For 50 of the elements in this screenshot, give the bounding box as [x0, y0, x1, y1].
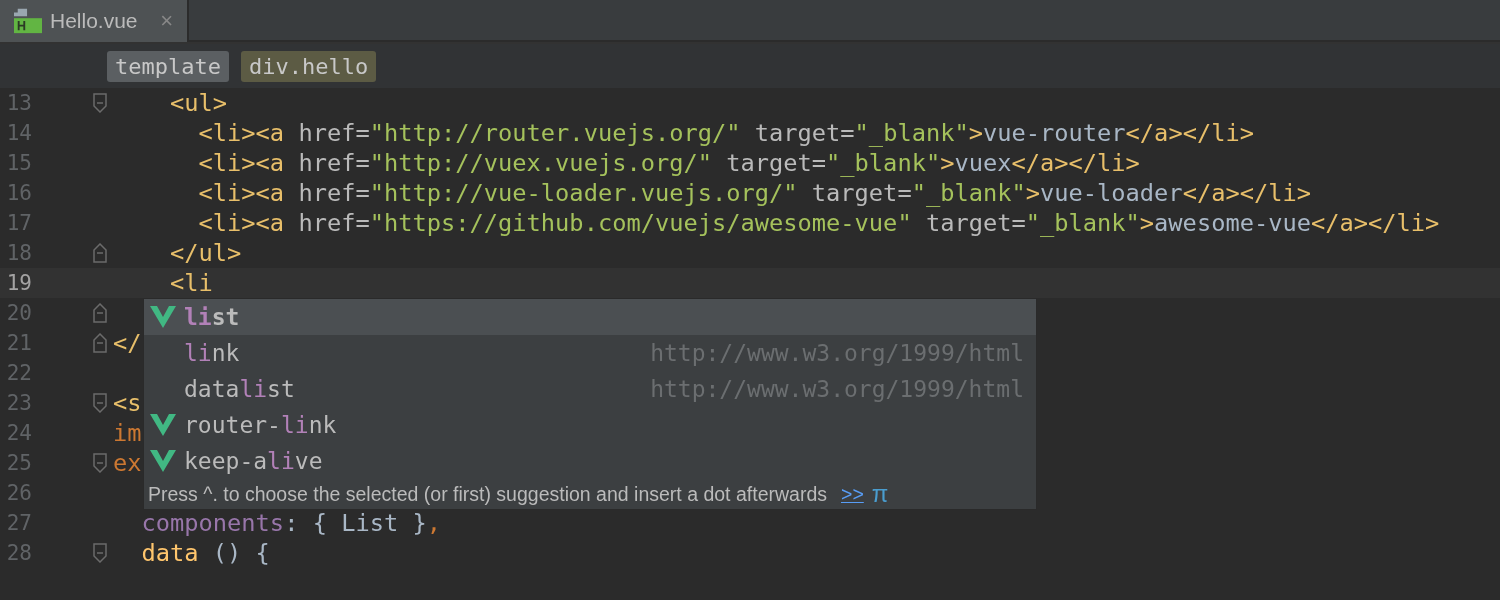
completion-item[interactable]: router-link: [144, 407, 1036, 443]
breadcrumb[interactable]: template: [107, 50, 229, 82]
hint-text: Press ^. to choose the selected (or first) suggestion and insert a dot afterwards: [148, 482, 827, 506]
code-line: <li: [169, 269, 213, 297]
code-line: components: { List },: [140, 509, 442, 537]
line-number: 21: [5, 331, 32, 355]
code-line: ex: [113, 449, 142, 477]
line-number: 22: [5, 361, 32, 385]
pi-icon[interactable]: π: [871, 480, 889, 508]
fold-icon[interactable]: [93, 303, 107, 323]
code-line: <li><a href="http://vue-loader.vuejs.org/" target="_blank">vue-loader</a></li>: [197, 179, 1311, 207]
fold-icon[interactable]: [93, 393, 107, 413]
code-line: data () {: [140, 539, 270, 567]
breadcrumb[interactable]: div.hello: [240, 50, 377, 82]
line-number: 14: [5, 121, 32, 145]
code-line: <li><a href="https://github.com/vuejs/awesome-vue" target="_blank">awesome-vue</a></li>: [197, 209, 1440, 237]
fold-icon[interactable]: [93, 333, 107, 353]
v-logo-icon: [150, 414, 176, 436]
code-line: </ul>: [169, 239, 242, 267]
v-logo-icon: [150, 306, 176, 328]
code-line: <s: [113, 389, 142, 417]
line-number: 16: [5, 181, 32, 205]
file-tab[interactable]: Hello.vue ×: [0, 0, 187, 42]
line-number: 17: [5, 211, 32, 235]
code-line: im: [113, 419, 142, 447]
line-number: 24: [5, 421, 32, 445]
line-number: 28: [5, 541, 32, 565]
more-link[interactable]: >>: [841, 482, 864, 506]
close-icon[interactable]: ×: [160, 8, 173, 34]
line-number: 26: [5, 481, 32, 505]
line-number: 18: [5, 241, 32, 265]
fold-icon[interactable]: [93, 93, 107, 113]
line-number: 13: [5, 91, 32, 115]
code-line: <li><a href="http://router.vuejs.org/" target="_blank">vue-router</a></li>: [197, 119, 1254, 147]
html-file-icon: [14, 8, 42, 34]
line-number: 20: [5, 301, 32, 325]
line-number: 19: [5, 271, 32, 295]
line-number: 27: [5, 511, 32, 535]
v-logo-icon: [150, 450, 176, 472]
line-number: 15: [5, 151, 32, 175]
line-number: 25: [5, 451, 32, 475]
code-line: <li><a href="http://vuex.vuejs.org/" target="_blank">vuex</a></li>: [197, 149, 1140, 177]
code-line: </: [113, 329, 142, 357]
completion-item[interactable]: list: [144, 299, 1036, 335]
code-line: <ul>: [169, 89, 228, 117]
completion-item[interactable]: keep-alive: [144, 443, 1036, 479]
fold-icon[interactable]: [93, 243, 107, 263]
fold-icon[interactable]: [93, 543, 107, 563]
line-number: 23: [5, 391, 32, 415]
fold-icon[interactable]: [93, 453, 107, 473]
